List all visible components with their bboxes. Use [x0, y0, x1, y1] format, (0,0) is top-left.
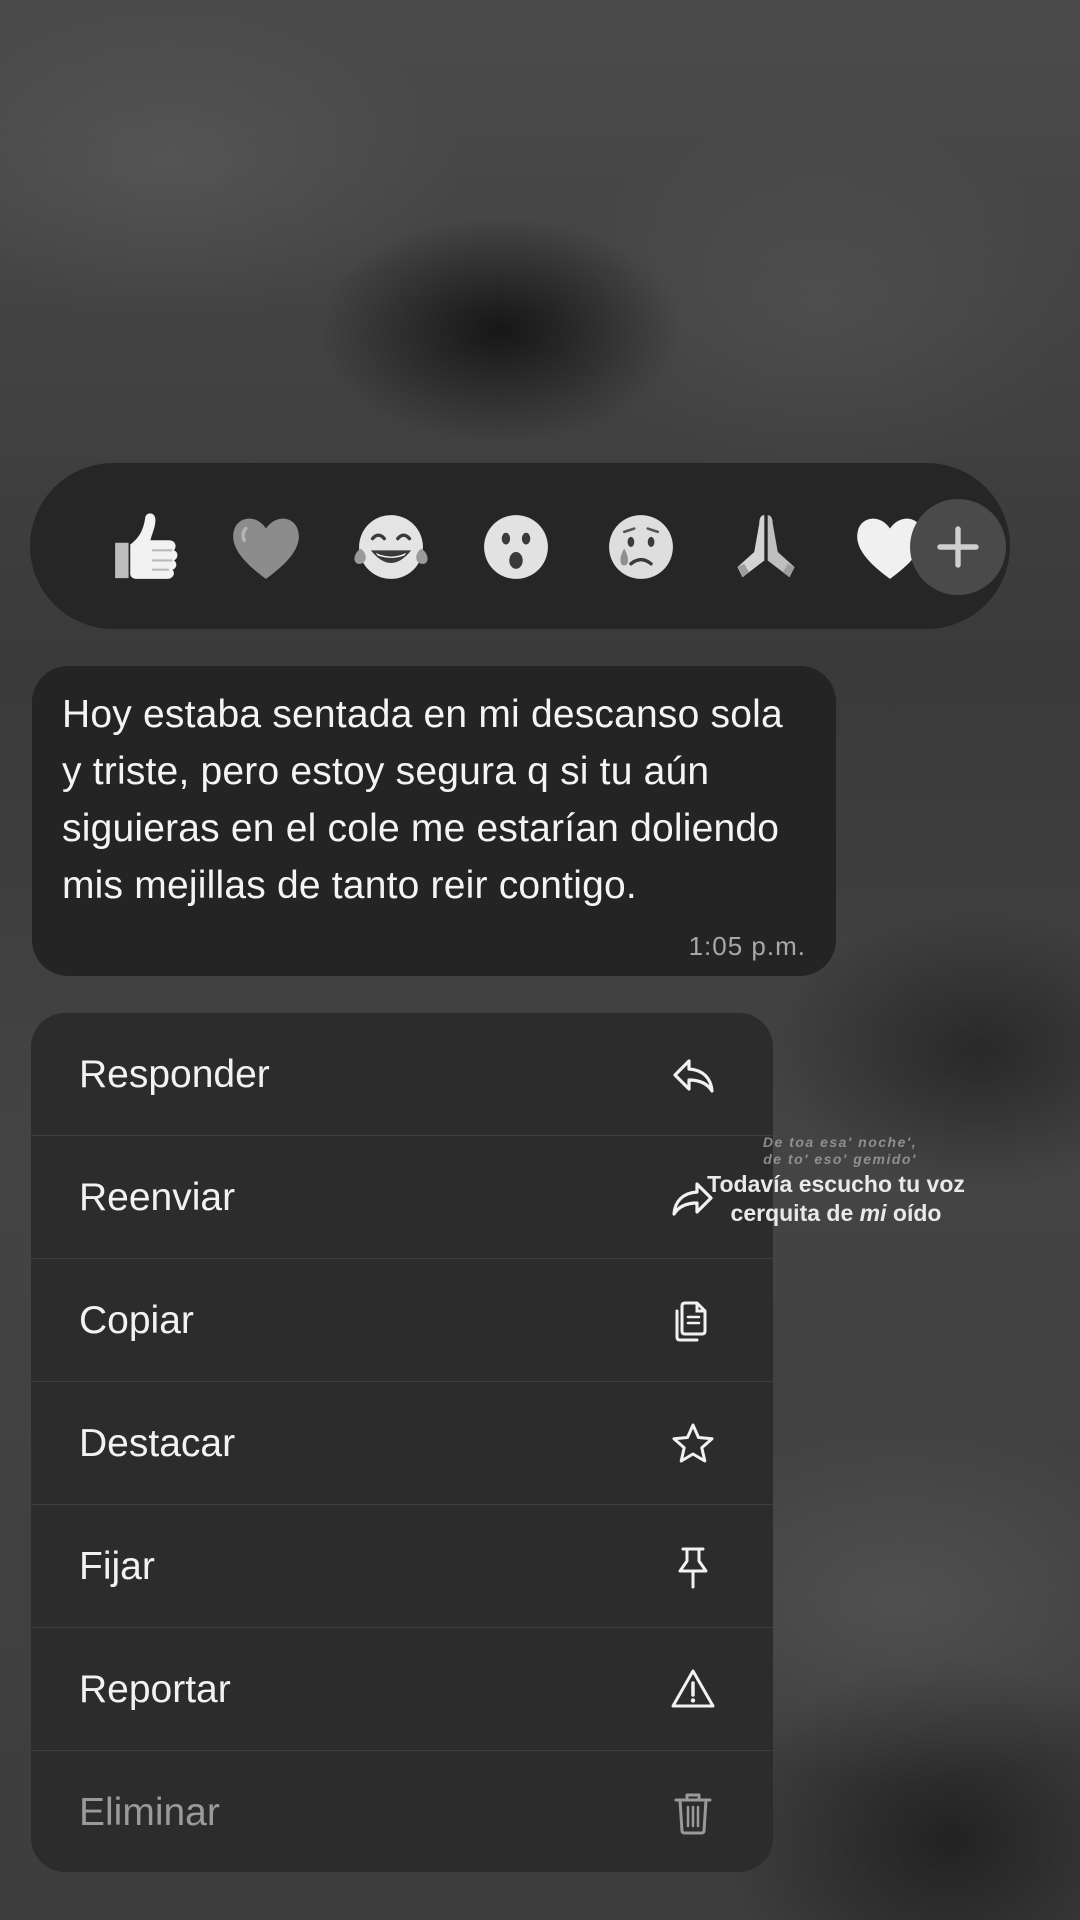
- pin-icon: [669, 1543, 717, 1591]
- menu-item-label: Destacar: [79, 1422, 236, 1465]
- menu-item-label: Reportar: [79, 1668, 231, 1711]
- tears-of-joy-icon: [354, 515, 428, 579]
- thumbs-up-icon: [115, 513, 178, 579]
- trash-icon: [669, 1789, 717, 1837]
- menu-item-label: Responder: [79, 1053, 270, 1096]
- menu-item-star[interactable]: Destacar: [31, 1382, 773, 1505]
- tears-of-joy-reaction[interactable]: [343, 499, 439, 595]
- reply-icon: [669, 1051, 717, 1099]
- menu-item-label: Fijar: [79, 1545, 155, 1588]
- plus-icon: [937, 526, 979, 568]
- overlay-caption-italic: mi: [859, 1200, 887, 1226]
- surprised-reaction[interactable]: [468, 499, 564, 595]
- menu-item-report[interactable]: Reportar: [31, 1628, 773, 1751]
- thumbs-up-reaction[interactable]: [94, 499, 190, 595]
- message-text: Hoy estaba sentada en mi descanso sola y…: [62, 693, 783, 907]
- star-icon: [669, 1420, 717, 1468]
- heart-reaction[interactable]: [218, 499, 314, 595]
- crying-face-icon: [609, 515, 673, 579]
- menu-item-forward[interactable]: Reenviar: [31, 1136, 773, 1259]
- menu-item-delete[interactable]: Eliminar: [31, 1751, 773, 1872]
- reaction-bar: [30, 463, 1010, 629]
- add-reaction-button[interactable]: [910, 499, 1006, 595]
- menu-item-pin[interactable]: Fijar: [31, 1505, 773, 1628]
- menu-item-label: Copiar: [79, 1299, 194, 1342]
- praying-hands-icon: [737, 515, 795, 578]
- message-timestamp: 1:05 p.m.: [688, 931, 806, 961]
- menu-item-label: Reenviar: [79, 1176, 236, 1219]
- menu-item-copy[interactable]: Copiar: [31, 1259, 773, 1382]
- warning-icon: [669, 1666, 717, 1714]
- crying-reaction[interactable]: [593, 499, 689, 595]
- menu-item-label: Eliminar: [79, 1791, 220, 1834]
- overlay-caption-line: De toa esa' noche',: [762, 1134, 918, 1150]
- overlay-caption-main: Todavía escucho tu voz cerquita de mi oí…: [696, 1170, 976, 1228]
- praying-hands-reaction[interactable]: [718, 499, 814, 595]
- overlay-caption-small: De toa esa' noche', de to' eso' gemido': [720, 1134, 960, 1168]
- screen: Hoy estaba sentada en mi descanso sola y…: [0, 0, 1080, 1920]
- surprised-face-icon: [484, 515, 548, 579]
- heart-icon: [233, 518, 299, 579]
- context-menu: Responder Reenviar Copiar Destacar Fijar…: [31, 1013, 773, 1872]
- overlay-caption-line: de to' eso' gemido': [763, 1151, 917, 1167]
- message-bubble[interactable]: Hoy estaba sentada en mi descanso sola y…: [32, 666, 836, 976]
- copy-icon: [669, 1297, 717, 1345]
- menu-item-reply[interactable]: Responder: [31, 1013, 773, 1136]
- overlay-caption-suffix: oído: [886, 1200, 942, 1226]
